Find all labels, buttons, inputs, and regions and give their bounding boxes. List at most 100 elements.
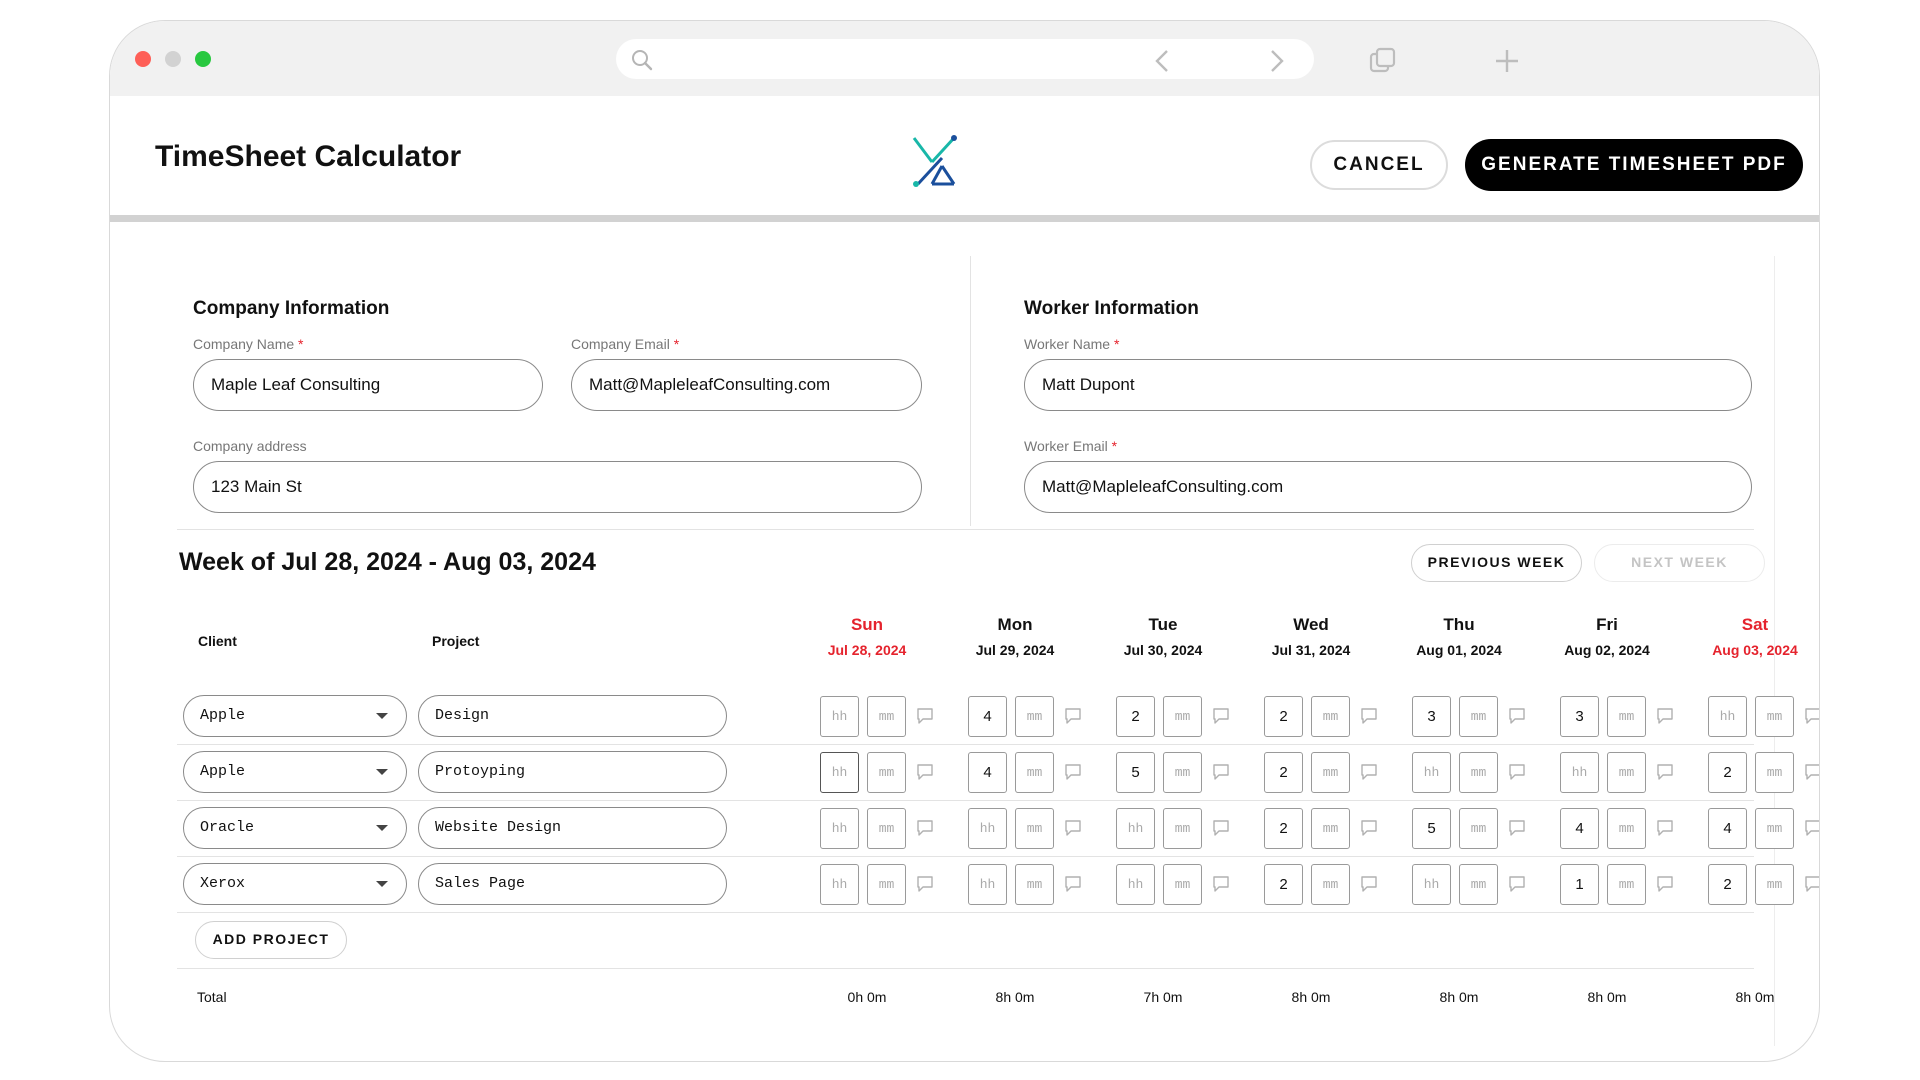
hours-input[interactable]: 2	[1708, 864, 1747, 905]
minutes-input[interactable]: mm	[1311, 696, 1350, 737]
project-input[interactable]: Design	[418, 695, 727, 737]
minimize-window-dot[interactable]	[165, 51, 181, 67]
comment-icon[interactable]	[916, 707, 934, 725]
comment-icon[interactable]	[1360, 819, 1378, 837]
project-input[interactable]: Protoyping	[418, 751, 727, 793]
hours-input[interactable]: 1	[1560, 864, 1599, 905]
comment-icon[interactable]	[1360, 763, 1378, 781]
minutes-input[interactable]: mm	[1163, 752, 1202, 793]
minutes-input[interactable]: mm	[1015, 696, 1054, 737]
comment-icon[interactable]	[1212, 875, 1230, 893]
next-week-button[interactable]: NEXT WEEK	[1594, 544, 1765, 582]
hours-input[interactable]: hh	[1708, 696, 1747, 737]
minutes-input[interactable]: mm	[1607, 808, 1646, 849]
worker-name-field[interactable]: Matt Dupont	[1024, 359, 1752, 411]
hours-input[interactable]: 2	[1264, 864, 1303, 905]
comment-icon[interactable]	[916, 763, 934, 781]
comment-icon[interactable]	[1064, 763, 1082, 781]
minutes-input[interactable]: mm	[1163, 696, 1202, 737]
hours-input[interactable]: 2	[1264, 696, 1303, 737]
hours-input[interactable]: 4	[1708, 808, 1747, 849]
hours-input[interactable]: hh	[1560, 752, 1599, 793]
plus-icon[interactable]	[1491, 45, 1523, 77]
hours-input[interactable]: 3	[1412, 696, 1451, 737]
hours-input[interactable]: hh	[968, 808, 1007, 849]
minutes-input[interactable]: mm	[1459, 696, 1498, 737]
hours-input[interactable]: 2	[1264, 808, 1303, 849]
minutes-input[interactable]: mm	[867, 752, 906, 793]
cancel-button[interactable]: CANCEL	[1310, 140, 1448, 190]
comment-icon[interactable]	[1508, 819, 1526, 837]
hours-input[interactable]: hh	[1412, 752, 1451, 793]
company-email-field[interactable]: Matt@MapleleafConsulting.com	[571, 359, 922, 411]
comment-icon[interactable]	[1508, 875, 1526, 893]
hours-input[interactable]: hh	[1412, 864, 1451, 905]
hours-input[interactable]: hh	[820, 864, 859, 905]
chevron-right-icon[interactable]	[1260, 45, 1292, 77]
add-project-button[interactable]: ADD PROJECT	[195, 921, 347, 959]
comment-icon[interactable]	[1064, 707, 1082, 725]
comment-icon[interactable]	[1804, 875, 1819, 893]
hours-input[interactable]: 2	[1708, 752, 1747, 793]
client-select[interactable]: Xerox	[183, 863, 407, 905]
chevron-left-icon[interactable]	[1147, 45, 1179, 77]
minutes-input[interactable]: mm	[1311, 864, 1350, 905]
minutes-input[interactable]: mm	[1755, 696, 1794, 737]
comment-icon[interactable]	[1508, 763, 1526, 781]
minutes-input[interactable]: mm	[1607, 752, 1646, 793]
project-input[interactable]: Sales Page	[418, 863, 727, 905]
comment-icon[interactable]	[1212, 707, 1230, 725]
minutes-input[interactable]: mm	[867, 696, 906, 737]
close-window-dot[interactable]	[135, 51, 151, 67]
minutes-input[interactable]: mm	[867, 808, 906, 849]
company-name-field[interactable]: Maple Leaf Consulting	[193, 359, 543, 411]
comment-icon[interactable]	[1656, 707, 1674, 725]
hours-input[interactable]: hh	[820, 696, 859, 737]
minutes-input[interactable]: mm	[1311, 752, 1350, 793]
minutes-input[interactable]: mm	[1607, 864, 1646, 905]
client-select[interactable]: Apple	[183, 751, 407, 793]
company-address-field[interactable]: 123 Main St	[193, 461, 922, 513]
hours-input[interactable]: 4	[968, 752, 1007, 793]
minutes-input[interactable]: mm	[1755, 864, 1794, 905]
worker-email-field[interactable]: Matt@MapleleafConsulting.com	[1024, 461, 1752, 513]
client-select[interactable]: Apple	[183, 695, 407, 737]
hours-input[interactable]: 5	[1412, 808, 1451, 849]
comment-icon[interactable]	[916, 819, 934, 837]
hours-input[interactable]: hh	[820, 752, 859, 793]
hours-input[interactable]: hh	[1116, 864, 1155, 905]
previous-week-button[interactable]: PREVIOUS WEEK	[1411, 544, 1582, 582]
address-bar[interactable]	[616, 39, 1314, 79]
hours-input[interactable]: hh	[820, 808, 859, 849]
minutes-input[interactable]: mm	[1755, 752, 1794, 793]
project-input[interactable]: Website Design	[418, 807, 727, 849]
minutes-input[interactable]: mm	[1459, 752, 1498, 793]
comment-icon[interactable]	[1656, 819, 1674, 837]
minutes-input[interactable]: mm	[1015, 808, 1054, 849]
minutes-input[interactable]: mm	[1311, 808, 1350, 849]
comment-icon[interactable]	[1212, 819, 1230, 837]
client-select[interactable]: Oracle	[183, 807, 407, 849]
minutes-input[interactable]: mm	[1459, 864, 1498, 905]
minutes-input[interactable]: mm	[1459, 808, 1498, 849]
comment-icon[interactable]	[1804, 819, 1819, 837]
comment-icon[interactable]	[1656, 763, 1674, 781]
hours-input[interactable]: 5	[1116, 752, 1155, 793]
comment-icon[interactable]	[1804, 707, 1819, 725]
comment-icon[interactable]	[1360, 707, 1378, 725]
comment-icon[interactable]	[1656, 875, 1674, 893]
comment-icon[interactable]	[1064, 875, 1082, 893]
comment-icon[interactable]	[1804, 763, 1819, 781]
generate-timesheet-pdf-button[interactable]: GENERATE TIMESHEET PDF	[1465, 139, 1803, 191]
hours-input[interactable]: 4	[1560, 808, 1599, 849]
hours-input[interactable]: hh	[968, 864, 1007, 905]
hours-input[interactable]: 4	[968, 696, 1007, 737]
minutes-input[interactable]: mm	[1163, 808, 1202, 849]
maximize-window-dot[interactable]	[195, 51, 211, 67]
minutes-input[interactable]: mm	[1015, 864, 1054, 905]
hours-input[interactable]: 2	[1264, 752, 1303, 793]
minutes-input[interactable]: mm	[1607, 696, 1646, 737]
minutes-input[interactable]: mm	[867, 864, 906, 905]
comment-icon[interactable]	[1508, 707, 1526, 725]
hours-input[interactable]: hh	[1116, 808, 1155, 849]
